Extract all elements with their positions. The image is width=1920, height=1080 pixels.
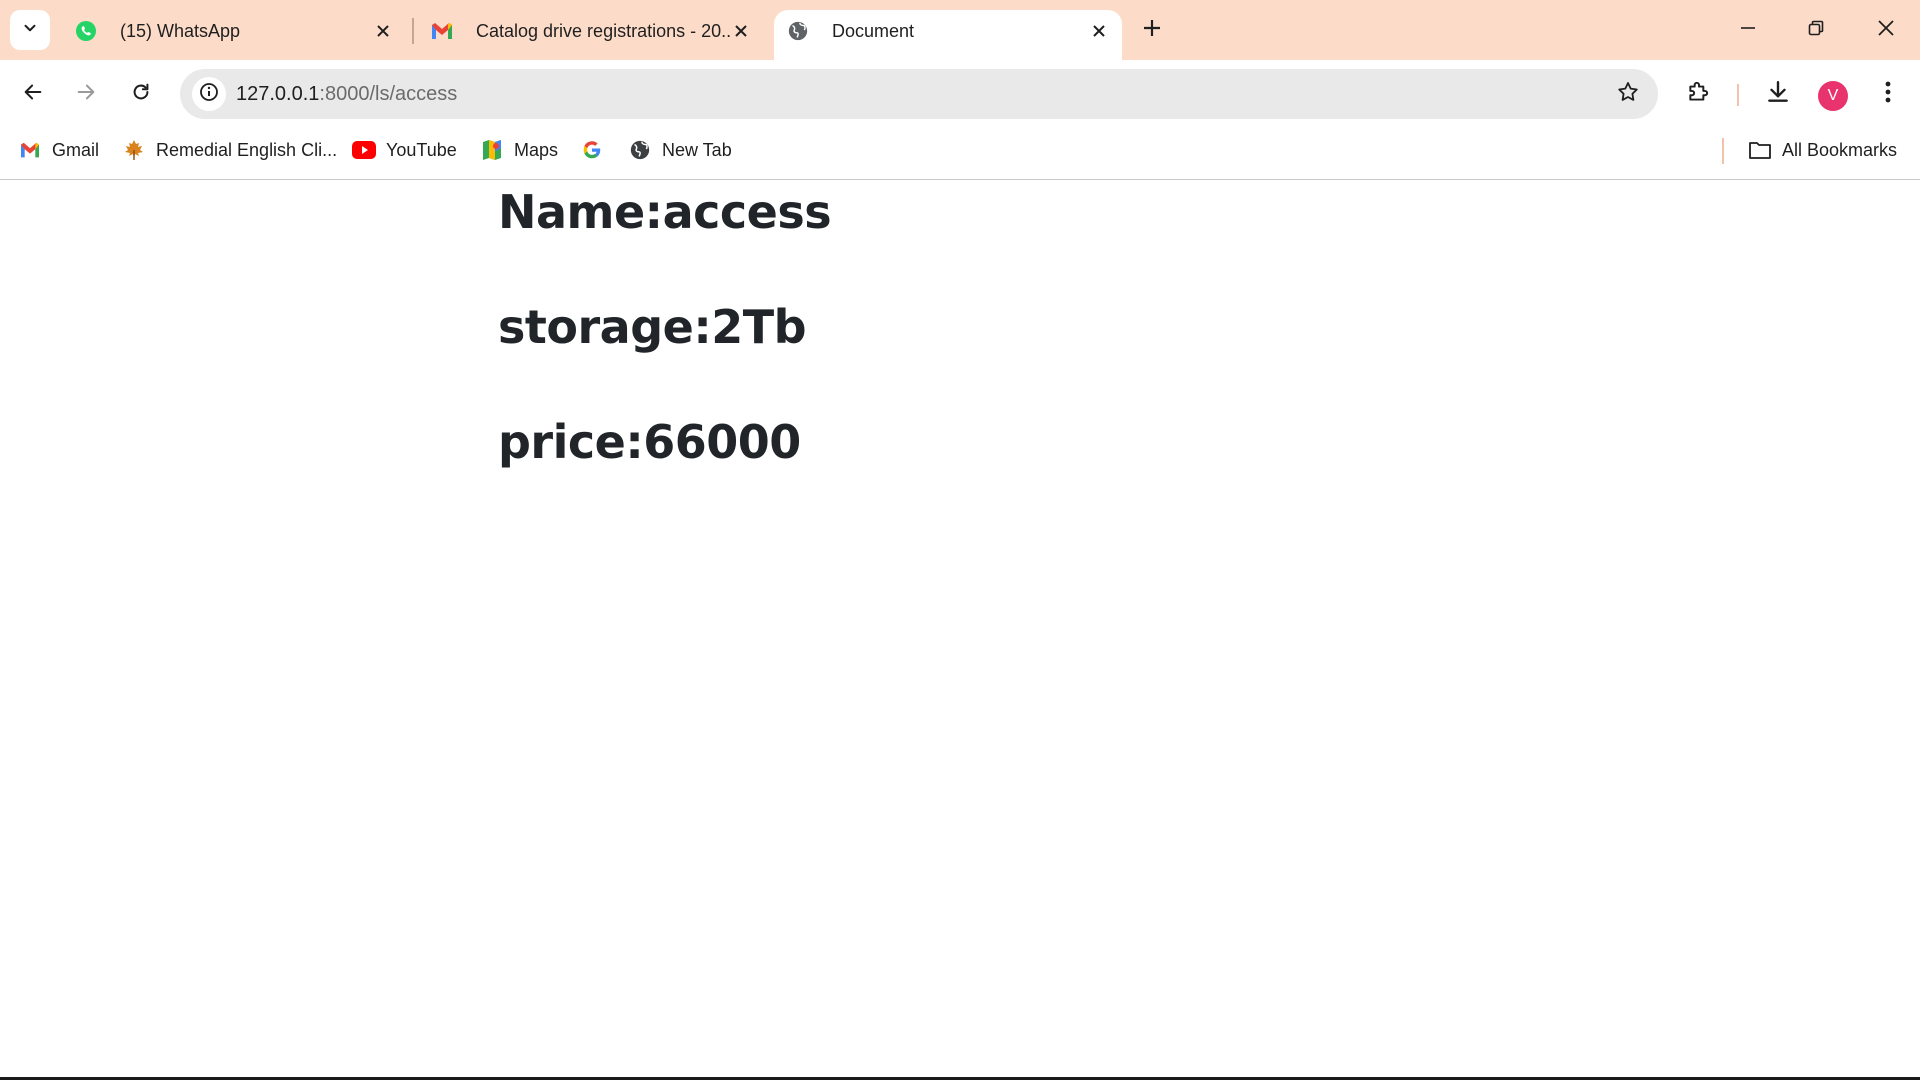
star-icon <box>1616 80 1640 109</box>
tab-whatsapp[interactable]: (15) WhatsApp <box>62 10 408 60</box>
arrow-right-icon <box>75 81 97 108</box>
bookmarks-bar: Gmail Remedial English Cli... YouTube Ma… <box>0 128 1920 180</box>
reload-button[interactable] <box>121 74 161 114</box>
url-text[interactable]: 127.0.0.1:8000/ls/access <box>236 69 457 119</box>
close-icon[interactable] <box>372 20 394 42</box>
chevron-down-icon <box>21 19 39 42</box>
forward-button[interactable] <box>66 74 106 114</box>
youtube-icon <box>352 138 376 162</box>
globe-icon <box>628 138 652 162</box>
downloads-button[interactable] <box>1758 74 1798 114</box>
page-content: Name:access storage:2Tb price:66000 <box>0 181 1920 1080</box>
tab-separator <box>412 18 414 44</box>
close-icon[interactable] <box>730 20 752 42</box>
bookmark-label: YouTube <box>386 139 457 160</box>
gmail-icon <box>18 138 42 162</box>
tab-strip: (15) WhatsApp Catalog drive registration… <box>0 0 1920 60</box>
tab-title: (15) WhatsApp <box>120 21 241 41</box>
extensions-button[interactable] <box>1679 74 1719 114</box>
bookmark-label: Gmail <box>52 139 100 160</box>
bookmark-new-tab[interactable]: New Tab <box>628 128 732 172</box>
bookmark-gmail[interactable]: Gmail <box>18 128 99 172</box>
google-icon <box>580 138 604 162</box>
maps-icon <box>480 138 504 162</box>
new-tab-button[interactable] <box>1136 12 1168 48</box>
all-bookmarks-label: All Bookmarks <box>1782 139 1898 160</box>
gmail-icon <box>430 19 454 43</box>
restore-icon <box>1807 19 1825 42</box>
tab-gmail[interactable]: Catalog drive registrations - 20... <box>418 10 760 60</box>
globe-icon <box>786 19 810 43</box>
storage-heading: storage:2Tb <box>498 300 807 354</box>
info-icon <box>199 82 219 107</box>
close-window-button[interactable] <box>1862 10 1910 50</box>
close-icon[interactable] <box>1088 20 1110 42</box>
minimize-icon <box>1739 19 1757 42</box>
arrow-left-icon <box>22 81 44 108</box>
name-heading: Name:access <box>498 185 832 239</box>
reload-icon <box>130 81 152 108</box>
toolbar-divider <box>1737 84 1739 106</box>
bookmark-label: Remedial English Cli... <box>156 139 338 160</box>
puzzle-icon <box>1686 79 1712 110</box>
kebab-menu-icon <box>1884 80 1892 109</box>
bookmark-maps[interactable]: Maps <box>480 128 558 172</box>
bookmark-label: Maps <box>514 139 559 160</box>
price-heading: price:66000 <box>498 415 801 469</box>
url-host: 127.0.0.1 <box>236 83 320 105</box>
download-icon <box>1765 79 1791 110</box>
bookmark-star-button[interactable] <box>1612 78 1644 110</box>
tab-title: Document <box>832 21 915 41</box>
url-path: :8000/ls/access <box>319 83 458 105</box>
bookmarks-divider <box>1722 138 1724 164</box>
all-bookmarks-button[interactable]: All Bookmarks <box>1748 128 1897 172</box>
back-button[interactable] <box>13 74 53 114</box>
folder-icon <box>1748 138 1772 162</box>
profile-avatar[interactable]: V <box>1818 81 1848 111</box>
site-info-button[interactable] <box>192 77 226 111</box>
address-bar[interactable]: 127.0.0.1:8000/ls/access <box>180 69 1658 119</box>
restore-button[interactable] <box>1792 10 1840 50</box>
close-icon <box>1877 19 1895 42</box>
whatsapp-icon <box>74 19 98 43</box>
browser-toolbar: 127.0.0.1:8000/ls/access <box>0 60 1920 128</box>
plus-icon <box>1142 18 1162 43</box>
tab-search-button[interactable] <box>10 10 50 50</box>
bookmark-youtube[interactable]: YouTube <box>352 128 457 172</box>
bookmark-google[interactable] <box>580 128 614 172</box>
minimize-button[interactable] <box>1724 10 1772 50</box>
menu-button[interactable] <box>1868 74 1908 114</box>
tab-document[interactable]: Document <box>774 10 1122 60</box>
bookmark-label: New Tab <box>662 139 732 160</box>
bookmark-remedial-english[interactable]: Remedial English Cli... <box>122 128 337 172</box>
maple-leaf-icon <box>122 138 146 162</box>
tab-title: Catalog drive registrations - 20... <box>476 21 732 41</box>
